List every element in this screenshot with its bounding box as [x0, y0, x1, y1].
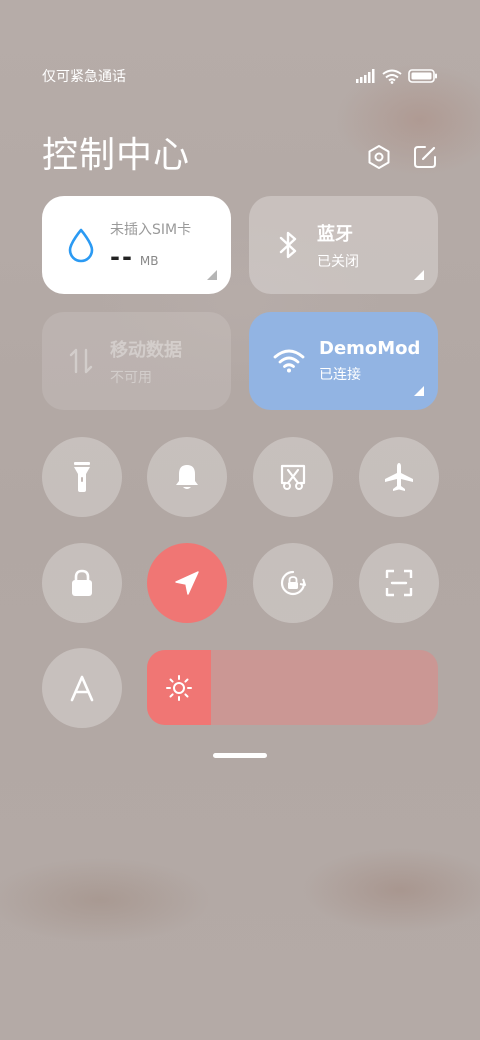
rotation-lock-icon: [280, 570, 306, 596]
status-icons: [356, 69, 438, 84]
airplane-icon: [385, 463, 413, 491]
settings-button[interactable]: [366, 144, 392, 174]
location-toggle[interactable]: [147, 543, 227, 623]
airplane-mode-toggle[interactable]: [359, 437, 439, 517]
settings-hexagon-icon: [368, 145, 390, 169]
mobile-data-status: 不可用: [110, 369, 152, 386]
scan-icon: [385, 569, 413, 597]
bluetooth-tile[interactable]: 蓝牙 已关闭: [249, 196, 438, 294]
status-bar: 仅可紧急通话: [42, 64, 438, 88]
expand-corner-icon: [414, 386, 424, 396]
bluetooth-label: 蓝牙: [317, 223, 353, 245]
header-actions: [366, 144, 438, 174]
bell-icon: [176, 465, 198, 489]
sim-usage-value: --: [110, 243, 134, 271]
sun-icon: [166, 674, 192, 701]
font-size-toggle[interactable]: [42, 648, 122, 728]
water-drop-icon: [68, 228, 94, 263]
auto-rotate-toggle[interactable]: [253, 543, 333, 623]
carrier-text: 仅可紧急通话: [42, 69, 126, 85]
brightness-slider-fill[interactable]: [147, 650, 212, 725]
sim-usage-unit: MB: [139, 254, 159, 268]
signal-icon: [356, 69, 375, 83]
expand-corner-icon: [414, 270, 424, 280]
home-indicator[interactable]: [213, 753, 267, 758]
battery-icon: [408, 69, 437, 83]
data-arrows-icon: [69, 348, 93, 374]
wifi-icon: [382, 69, 402, 84]
edit-button[interactable]: [412, 144, 438, 174]
font-a-icon: [70, 675, 94, 702]
bluetooth-status: 已关闭: [317, 253, 359, 270]
brightness-slider[interactable]: [147, 650, 438, 725]
wifi-status: 已连接: [319, 367, 361, 383]
sim-label: 未插入SIM卡: [110, 222, 192, 238]
page-title: 控制中心: [42, 135, 191, 176]
mobile-data-tile[interactable]: 移动数据 不可用: [42, 312, 231, 410]
mobile-data-label: 移动数据: [110, 339, 182, 361]
sim-tile[interactable]: 未插入SIM卡 -- MB: [42, 196, 231, 294]
screenshot-toggle[interactable]: [253, 437, 333, 517]
header: 控制中心: [42, 128, 438, 176]
lock-screen-toggle[interactable]: [42, 543, 122, 623]
bluetooth-icon: [279, 231, 297, 259]
expand-corner-icon: [207, 270, 217, 280]
flashlight-icon: [74, 462, 90, 492]
location-arrow-icon: [175, 571, 199, 595]
wifi-tile[interactable]: DemoMod 已连接: [249, 312, 438, 410]
screenshot-icon: [280, 464, 306, 490]
wifi-icon: [273, 349, 305, 373]
wifi-network-name: DemoMod: [319, 338, 419, 359]
edit-icon: [414, 146, 436, 168]
sim-usage: -- MB: [110, 243, 191, 271]
flashlight-toggle[interactable]: [42, 437, 122, 517]
sound-toggle[interactable]: [147, 437, 227, 517]
scanner-toggle[interactable]: [359, 543, 439, 623]
lock-icon: [72, 569, 92, 596]
